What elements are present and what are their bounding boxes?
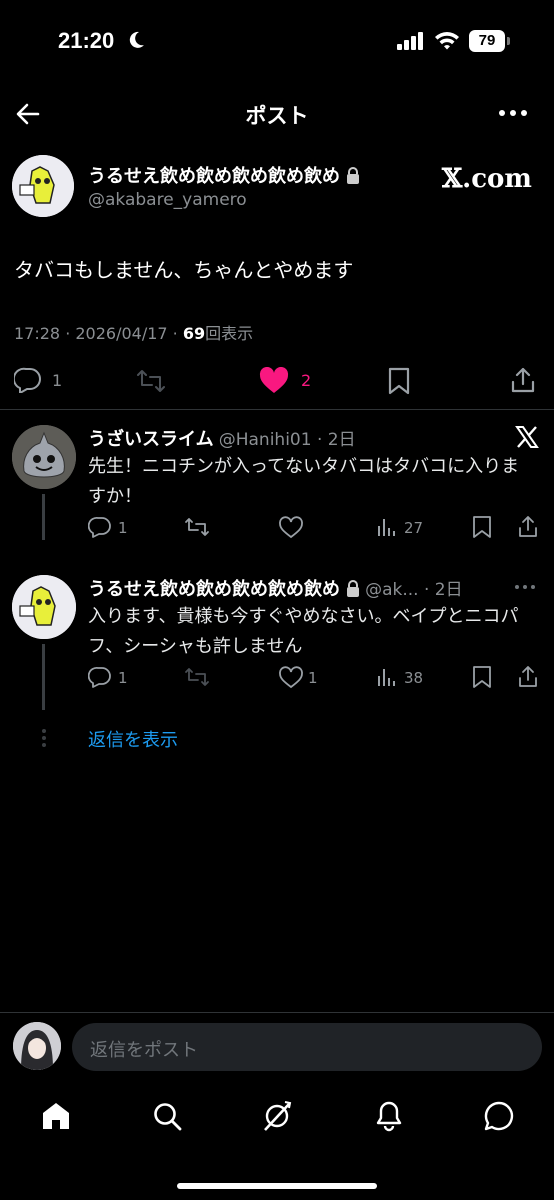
reply-share-icon[interactable]	[517, 664, 539, 688]
battery-indicator: 79	[469, 30, 505, 52]
reply-text: 入ります、貴様も今すぐやめなさい。ベイプとニコパフ、シーシャも許しません	[88, 606, 519, 657]
reply-name[interactable]: うざいスライム	[88, 429, 214, 450]
author-handle[interactable]: @akabare_yamero	[88, 190, 247, 210]
reply-views-icon[interactable]	[377, 517, 397, 537]
lock-icon	[346, 167, 360, 184]
reply-like-icon[interactable]	[278, 516, 304, 539]
moon-icon	[126, 30, 146, 50]
like-heart-icon[interactable]	[259, 367, 289, 394]
reply-name[interactable]: うるせえ飲め飲め飲め飲め飲め	[88, 579, 340, 600]
reply-count: 1	[52, 371, 63, 390]
reply-count-wrap: 1	[52, 371, 62, 390]
repost-icon[interactable]	[136, 369, 166, 393]
reply-repost-icon[interactable]	[184, 667, 210, 687]
reply-like-count: 1	[308, 669, 318, 687]
post-divider	[0, 409, 554, 410]
reply-icon[interactable]	[14, 367, 42, 393]
x-logo-icon	[515, 425, 539, 449]
grok-icon[interactable]	[261, 1100, 293, 1132]
notifications-bell-icon[interactable]	[374, 1100, 404, 1132]
thread-line	[42, 644, 45, 710]
reply-share-icon[interactable]	[517, 514, 539, 538]
view-count: 69	[182, 324, 206, 343]
post-text: タバコもしません、ちゃんとやめます	[14, 258, 354, 282]
author-avatar[interactable]	[12, 155, 74, 217]
reply-comment-icon[interactable]	[88, 516, 112, 538]
messages-icon[interactable]	[483, 1101, 515, 1131]
view-label: 回表示	[205, 324, 254, 343]
reply-bookmark-icon[interactable]	[472, 515, 492, 539]
reply-bookmark-icon[interactable]	[472, 665, 492, 689]
reply-text: 先生！ニコチンが入ってないタバコはタバコに入りますか！	[88, 456, 520, 507]
reply-more-icon[interactable]	[514, 583, 536, 591]
post-meta: 17:28 · 2026/04/17 · 69回表示	[14, 320, 253, 344]
author-name[interactable]: うるせえ飲め飲め飲め飲め飲め	[88, 162, 360, 188]
search-icon[interactable]	[152, 1101, 182, 1131]
bookmark-icon[interactable]	[388, 367, 410, 395]
thread-line	[42, 494, 45, 540]
lock-icon	[346, 580, 360, 597]
reply-views-count: 38	[404, 669, 424, 687]
reply-views-icon[interactable]	[377, 667, 397, 687]
composer-divider	[0, 1012, 554, 1013]
reply-repost-icon[interactable]	[184, 517, 210, 537]
reply-handle[interactable]: @Hanihi01 · 2日	[219, 430, 356, 450]
reply-views-count: 27	[404, 519, 424, 537]
signal-icon	[397, 32, 425, 50]
reply-comment-icon[interactable]	[88, 666, 112, 688]
author-name-text: うるせえ飲め飲め飲め飲め飲め	[88, 166, 340, 187]
x-com-watermark: 𝕏.com	[442, 164, 532, 194]
status-time: 21:20	[58, 28, 115, 53]
page-title: ポスト	[245, 104, 309, 128]
like-count-wrap: 2	[301, 371, 311, 390]
show-replies-link[interactable]: 返信を表示	[88, 726, 178, 752]
post-timestamp: 17:28 · 2026/04/17 ·	[14, 324, 183, 343]
reply-comment-count: 1	[118, 669, 128, 687]
reply-header: うるせえ飲め飲め飲め飲め飲め @ak... · 2日	[88, 575, 463, 601]
reply-avatar[interactable]	[12, 425, 76, 489]
reply-like-icon[interactable]	[278, 666, 304, 689]
reply-comment-count: 1	[118, 519, 128, 537]
thread-dots-icon	[40, 728, 48, 748]
share-icon[interactable]	[510, 366, 536, 394]
like-count: 2	[301, 371, 312, 390]
reply-input-placeholder[interactable]: 返信をポスト	[90, 1036, 198, 1062]
home-icon[interactable]	[41, 1101, 71, 1131]
battery-tip	[507, 37, 510, 45]
reply-avatar[interactable]	[12, 575, 76, 639]
reply-header: うざいスライム @Hanihi01 · 2日	[88, 425, 356, 451]
wifi-icon	[434, 30, 460, 50]
my-avatar[interactable]	[13, 1022, 61, 1070]
more-options-icon[interactable]	[498, 103, 528, 123]
reply-handle[interactable]: @ak... · 2日	[365, 580, 463, 600]
home-indicator	[177, 1183, 377, 1189]
